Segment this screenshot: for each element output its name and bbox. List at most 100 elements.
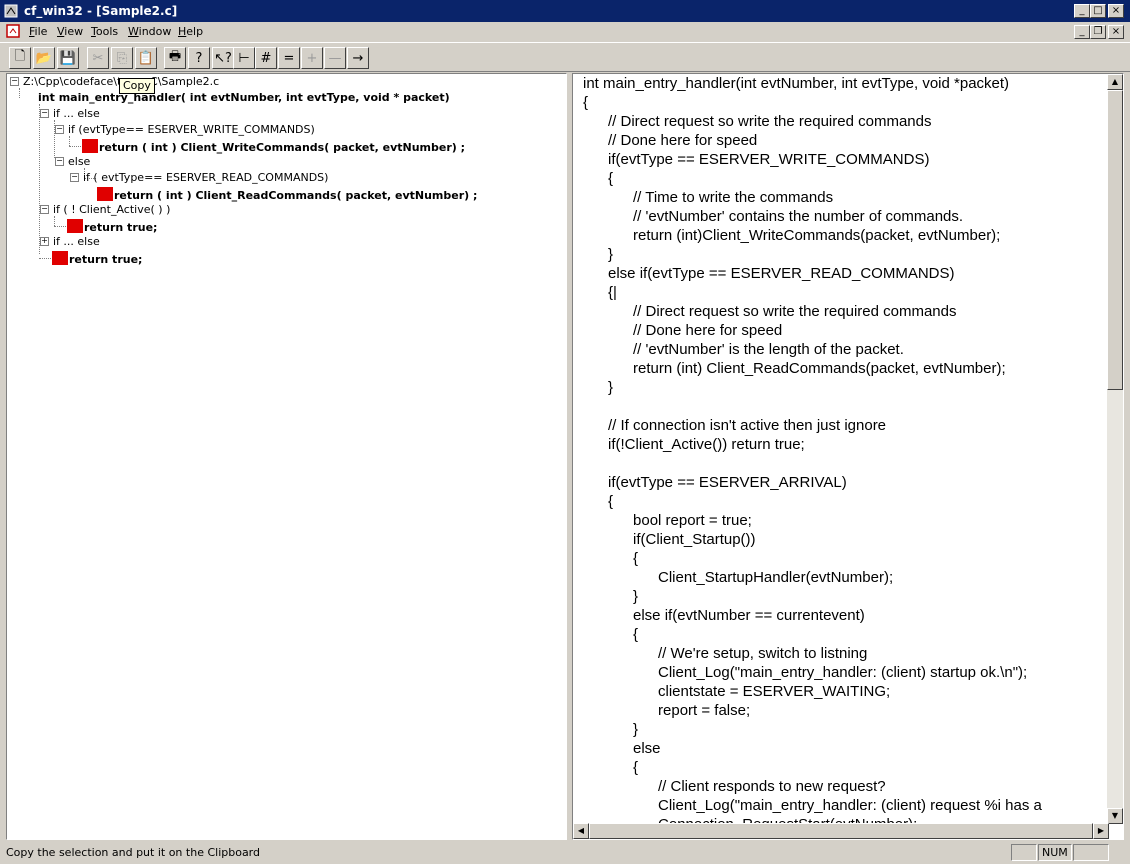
code-line[interactable]: { <box>583 549 1042 568</box>
code-line[interactable]: if(!Client_Active()) return true; <box>583 435 1042 454</box>
code-line[interactable]: if(evtType == ESERVER_ARRIVAL) <box>583 473 1042 492</box>
plus-button[interactable]: + <box>301 47 323 69</box>
code-line[interactable] <box>583 454 1042 473</box>
code-line[interactable]: // Time to write the commands <box>583 188 1042 207</box>
code-line[interactable]: if(Client_Startup()) <box>583 530 1042 549</box>
vertical-scroll-thumb[interactable] <box>1107 90 1123 390</box>
code-line[interactable]: { <box>583 758 1042 777</box>
tree-item[interactable]: if ( evtType== ESERVER_READ_COMMANDS) <box>83 171 328 185</box>
tree-button[interactable]: ⊢ <box>233 47 255 69</box>
vertical-scrollbar[interactable]: ▲ ▼ <box>1107 74 1123 824</box>
scroll-left-icon[interactable]: ◀ <box>573 823 589 839</box>
menu-help-label: elp <box>186 25 204 38</box>
code-line[interactable]: return (int)Client_WriteCommands(packet,… <box>583 226 1042 245</box>
code-line[interactable]: else if(evtNumber == currentevent) <box>583 606 1042 625</box>
code-line[interactable]: } <box>583 720 1042 739</box>
save-button[interactable]: 💾 <box>57 47 79 69</box>
horizontal-scrollbar[interactable]: ◀ ▶ <box>573 823 1109 839</box>
code-line[interactable]: if(evtType == ESERVER_WRITE_COMMANDS) <box>583 150 1042 169</box>
code-line[interactable]: { <box>583 169 1042 188</box>
code-line[interactable]: } <box>583 378 1042 397</box>
mdi-minimize-button[interactable]: _ <box>1074 25 1090 39</box>
code-line[interactable]: bool report = true; <box>583 511 1042 530</box>
scroll-down-icon[interactable]: ▼ <box>1107 808 1123 824</box>
scroll-up-icon[interactable]: ▲ <box>1107 74 1123 90</box>
mdi-close-button[interactable]: × <box>1108 25 1124 39</box>
menu-file[interactable]: File <box>29 25 47 38</box>
tree-item[interactable]: if ... else <box>53 235 100 249</box>
scroll-right-icon[interactable]: ▶ <box>1093 823 1109 839</box>
tree-item[interactable]: return ( int ) Client_ReadCommands( pack… <box>97 187 477 203</box>
code-line[interactable]: else if(evtType == ESERVER_READ_COMMANDS… <box>583 264 1042 283</box>
tree-item-label: return true; <box>84 221 158 234</box>
menu-tools[interactable]: Tools <box>91 25 118 38</box>
code-line[interactable]: clientstate = ESERVER_WAITING; <box>583 682 1042 701</box>
code-line[interactable]: // Client responds to new request? <box>583 777 1042 796</box>
code-line[interactable]: Client_StartupHandler(evtNumber); <box>583 568 1042 587</box>
tree-item[interactable]: return ( int ) Client_WriteCommands( pac… <box>82 139 465 155</box>
help-button[interactable]: ? <box>188 47 210 69</box>
tree-item[interactable]: if ( ! Client_Active( ) ) <box>53 203 170 217</box>
collapse-toggle[interactable]: − <box>55 157 64 166</box>
code-text[interactable]: int main_entry_handler(int evtNumber, in… <box>583 74 1042 834</box>
arrow-right-button[interactable]: → <box>347 47 369 69</box>
tree-item[interactable]: int main_entry_handler( int evtNumber, i… <box>38 91 450 105</box>
code-line[interactable]: { <box>583 93 1042 112</box>
collapse-toggle[interactable]: − <box>70 173 79 182</box>
menu-window[interactable]: Window <box>128 25 171 38</box>
code-line[interactable]: { <box>583 625 1042 644</box>
close-button[interactable]: × <box>1108 4 1124 18</box>
minimize-button[interactable]: _ <box>1074 4 1090 18</box>
code-line[interactable]: // 'evtNumber' is the length of the pack… <box>583 340 1042 359</box>
return-icon <box>67 219 83 233</box>
paste-button[interactable]: 📋 <box>135 47 157 69</box>
code-line[interactable]: else <box>583 739 1042 758</box>
open-button[interactable]: 📂 <box>33 47 55 69</box>
menu-view[interactable]: View <box>57 25 83 38</box>
tree-item[interactable]: return true; <box>52 251 142 267</box>
status-bar: Copy the selection and put it on the Cli… <box>0 842 1130 864</box>
context-help-button[interactable]: ↖? <box>212 47 234 69</box>
tree-item[interactable]: if ... else <box>53 107 100 121</box>
code-line[interactable]: // We're setup, switch to listning <box>583 644 1042 663</box>
collapse-toggle[interactable]: − <box>40 205 49 214</box>
expand-toggle[interactable]: + <box>40 237 49 246</box>
collapse-toggle[interactable]: − <box>40 109 49 118</box>
equals-button[interactable]: = <box>278 47 300 69</box>
code-editor[interactable]: int main_entry_handler(int evtNumber, in… <box>572 73 1124 840</box>
document-icon[interactable] <box>6 24 20 38</box>
tree-item[interactable]: else <box>68 155 90 169</box>
code-line[interactable]: int main_entry_handler(int evtNumber, in… <box>583 74 1042 93</box>
tree-item[interactable]: if (evtType== ESERVER_WRITE_COMMANDS) <box>68 123 315 137</box>
new-file-button[interactable]: 🗋 <box>9 47 31 69</box>
code-line[interactable]: Client_Log("main_entry_handler: (client)… <box>583 663 1042 682</box>
minus-button[interactable]: — <box>324 47 346 69</box>
code-line[interactable]: // If connection isn't active then just … <box>583 416 1042 435</box>
code-line[interactable]: // 'evtNumber' contains the number of co… <box>583 207 1042 226</box>
menu-help[interactable]: Help <box>178 25 203 38</box>
code-line[interactable]: // Direct request so write the required … <box>583 112 1042 131</box>
code-line[interactable]: return (int) Client_ReadCommands(packet,… <box>583 359 1042 378</box>
code-line[interactable]: { <box>583 492 1042 511</box>
code-line[interactable]: Client_Log("main_entry_handler: (client)… <box>583 796 1042 815</box>
status-text: Copy the selection and put it on the Cli… <box>6 846 260 859</box>
code-line[interactable]: {| <box>583 283 1042 302</box>
code-line[interactable]: // Done here for speed <box>583 131 1042 150</box>
tree-item[interactable]: return true; <box>67 219 157 235</box>
code-line[interactable]: } <box>583 245 1042 264</box>
copy-button[interactable]: ⎘ <box>111 47 133 69</box>
collapse-toggle[interactable]: − <box>10 77 19 86</box>
maximize-button[interactable]: □ <box>1090 4 1106 18</box>
code-line[interactable]: report = false; <box>583 701 1042 720</box>
hash-button[interactable]: # <box>255 47 277 69</box>
code-line[interactable]: // Done here for speed <box>583 321 1042 340</box>
cut-button[interactable]: ✂ <box>87 47 109 69</box>
code-line[interactable] <box>583 397 1042 416</box>
horizontal-scroll-thumb[interactable] <box>589 823 1093 839</box>
code-line[interactable]: } <box>583 587 1042 606</box>
tree-pane[interactable]: − Z:\Cpp\codeface\te C\Sample2.c int main… <box>6 73 567 840</box>
collapse-toggle[interactable]: − <box>55 125 64 134</box>
mdi-restore-button[interactable]: ❐ <box>1090 25 1106 39</box>
code-line[interactable]: // Direct request so write the required … <box>583 302 1042 321</box>
print-button[interactable]: 🖶 <box>164 47 186 69</box>
